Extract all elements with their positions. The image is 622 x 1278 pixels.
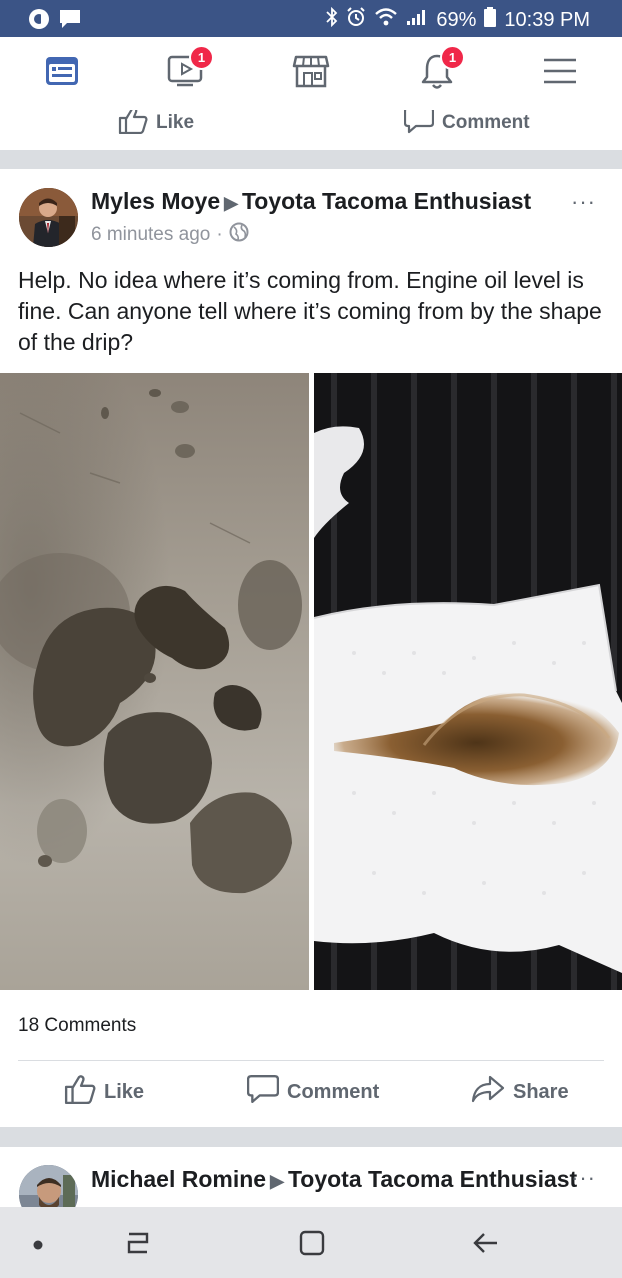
news-feed-icon	[44, 55, 80, 92]
home-button[interactable]	[294, 1227, 330, 1263]
recent-apps-icon	[123, 1228, 153, 1263]
post-time[interactable]: 6 minutes ago	[91, 224, 210, 246]
shared-to-arrow-icon: ▶	[224, 193, 238, 213]
dot-indicator-icon	[20, 1227, 56, 1263]
watch-tab[interactable]: 1	[164, 45, 214, 95]
status-bar: 69% 10:39 PM	[0, 0, 622, 37]
previous-like-label: Like	[156, 112, 195, 133]
feed-post: Myles Moye ▶ Toyota Tacoma Enthusiast 6 mi…	[0, 169, 622, 1127]
news-feed-tab[interactable]	[40, 51, 84, 95]
previous-comment-button[interactable]: Comment	[403, 110, 530, 140]
globe-icon	[229, 222, 249, 248]
notifications-tab[interactable]: 1	[415, 45, 465, 95]
author-name[interactable]: Michael Romine	[91, 1166, 266, 1192]
back-icon	[471, 1228, 501, 1263]
group-name[interactable]: Toyota Tacoma Enthusiast	[242, 188, 531, 214]
post-meta: 6 minutes ago ·	[91, 222, 249, 248]
menu-icon	[542, 56, 578, 91]
clock: 10:39 PM	[504, 8, 590, 31]
share-icon	[471, 1074, 505, 1110]
post-options-button[interactable]: ···	[571, 1165, 596, 1191]
comment-icon	[403, 110, 435, 140]
like-icon	[118, 110, 148, 140]
previous-like-button[interactable]: Like	[118, 110, 194, 140]
like-icon	[64, 1074, 96, 1110]
avatar[interactable]	[19, 188, 78, 247]
comment-icon	[246, 1074, 280, 1110]
avatar[interactable]	[19, 1165, 78, 1207]
post-header: Michael Romine ▶ Toyota Tacoma Enthusiast	[91, 1165, 577, 1195]
post-options-button[interactable]: ···	[571, 189, 596, 215]
marketplace-icon	[292, 53, 330, 94]
comment-button[interactable]: Comment	[246, 1074, 380, 1110]
home-icon	[297, 1228, 327, 1263]
meta-separator: ·	[216, 224, 223, 245]
post-photos	[0, 373, 622, 990]
divider	[18, 1060, 604, 1061]
watch-badge: 1	[189, 45, 214, 70]
comment-label: Comment	[287, 1080, 380, 1103]
share-label: Share	[513, 1080, 569, 1103]
photo-oil-stains-floor[interactable]	[0, 373, 309, 990]
marketplace-tab[interactable]	[289, 51, 333, 95]
post-text: Help. No idea where it’s coming from. En…	[18, 267, 602, 355]
chat-notification-icon	[58, 8, 82, 35]
post-header: Myles Moye ▶ Toyota Tacoma Enthusiast	[91, 188, 531, 215]
shared-to-arrow-icon: ▶	[270, 1171, 284, 1191]
battery-icon	[484, 7, 497, 33]
author-name[interactable]: Myles Moye	[91, 188, 220, 214]
signal-icon	[406, 8, 428, 32]
alarm-icon	[346, 7, 366, 33]
notifications-badge: 1	[440, 45, 465, 70]
photo-paper-towel-drip[interactable]	[313, 373, 622, 990]
previous-comment-label: Comment	[442, 112, 530, 133]
messenger-notification-icon	[28, 8, 50, 35]
share-button[interactable]: Share	[471, 1074, 569, 1110]
next-feed-post: Michael Romine ▶ Toyota Tacoma Enthusiast …	[0, 1147, 622, 1207]
top-navigation: 1 1	[0, 37, 622, 111]
comments-count[interactable]: 18 Comments	[18, 1015, 136, 1037]
wifi-icon	[374, 8, 398, 32]
back-button[interactable]	[468, 1227, 504, 1263]
menu-tab[interactable]	[538, 51, 582, 95]
recent-apps-button[interactable]	[120, 1227, 156, 1263]
system-navigation-bar	[0, 1207, 622, 1278]
bluetooth-icon	[326, 6, 338, 33]
like-button[interactable]: Like	[64, 1074, 144, 1110]
like-label: Like	[104, 1080, 145, 1103]
previous-post-actions: Like Comment	[0, 110, 622, 150]
group-name[interactable]: Toyota Tacoma Enthusiast	[288, 1166, 577, 1192]
battery-percent: 69%	[436, 8, 477, 31]
post-actions: Like Comment Share	[0, 1074, 622, 1116]
